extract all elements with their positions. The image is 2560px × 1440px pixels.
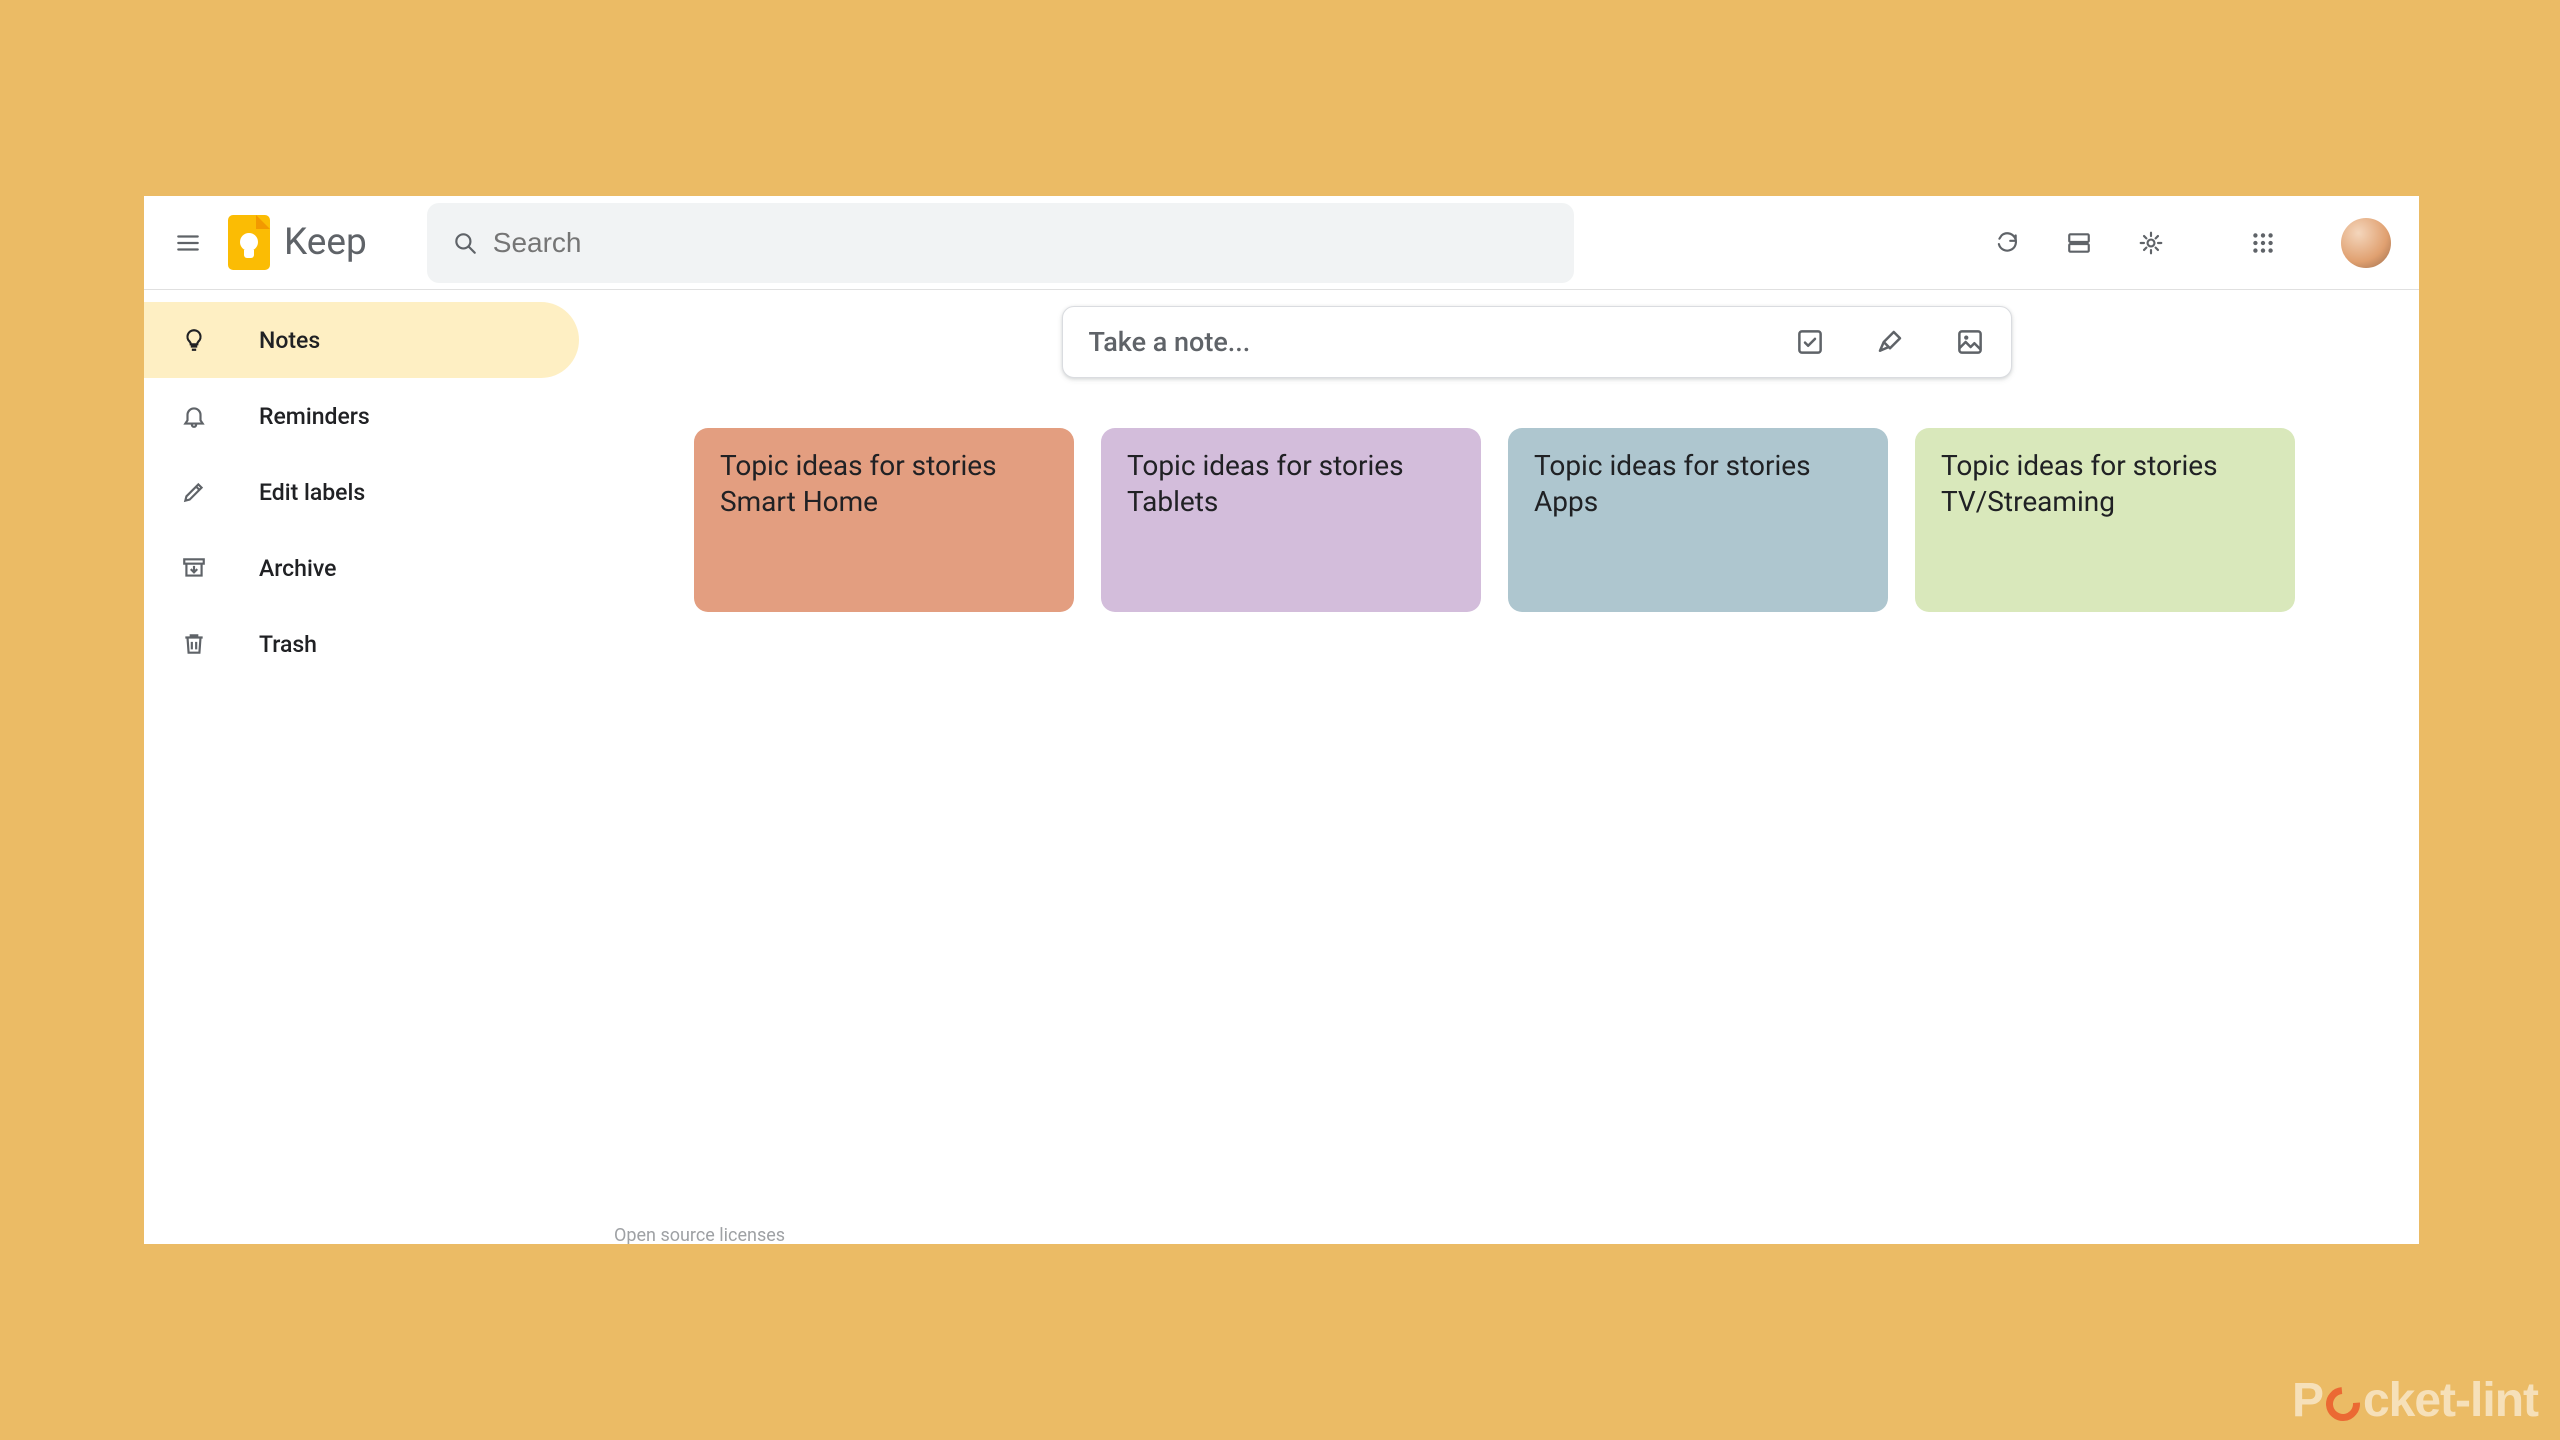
watermark-text: P <box>2292 1373 2323 1428</box>
settings-button[interactable] <box>2127 219 2175 267</box>
new-drawing-button[interactable] <box>1861 313 1919 371</box>
sidebar-item-label: Reminders <box>259 403 370 430</box>
new-image-note-button[interactable] <box>1941 313 1999 371</box>
note-title-line: Smart Home <box>720 484 1048 520</box>
sidebar-item-label: Archive <box>259 555 336 582</box>
account-avatar[interactable] <box>2341 218 2391 268</box>
body: Notes Reminders Edit labels Archive <box>144 290 2419 1244</box>
sidebar-item-notes[interactable]: Notes <box>144 302 579 378</box>
lightbulb-icon <box>174 327 214 353</box>
main-area: Take a note... Topic ideas for stories S… <box>634 290 2419 1244</box>
main-menu-button[interactable] <box>164 219 212 267</box>
search-input[interactable] <box>493 227 1564 259</box>
search-icon <box>452 230 478 256</box>
app-title: Keep <box>284 221 367 264</box>
brush-icon <box>1875 327 1905 357</box>
sidebar: Notes Reminders Edit labels Archive <box>144 290 634 1244</box>
note-title-line: Apps <box>1534 484 1862 520</box>
note-title-line: TV/Streaming <box>1941 484 2269 520</box>
app-window: Keep <box>144 196 2419 1244</box>
watermark: P cket-lint <box>2292 1373 2538 1428</box>
list-view-icon <box>2066 230 2092 256</box>
checkbox-icon <box>1795 327 1825 357</box>
note-title-line: Topic ideas for stories <box>720 448 1048 484</box>
take-note-input[interactable]: Take a note... <box>1062 306 2012 378</box>
pencil-icon <box>174 479 214 505</box>
note-card[interactable]: Topic ideas for stories Tablets <box>1101 428 1481 612</box>
sidebar-item-edit-labels[interactable]: Edit labels <box>144 454 579 530</box>
sidebar-item-trash[interactable]: Trash <box>144 606 579 682</box>
note-title-line: Topic ideas for stories <box>1941 448 2269 484</box>
apps-grid-icon <box>2250 230 2276 256</box>
header-actions <box>1983 218 2391 268</box>
sidebar-item-label: Edit labels <box>259 479 365 506</box>
logo-area[interactable]: Keep <box>228 215 367 270</box>
header: Keep <box>144 196 2419 290</box>
watermark-text: cket-lint <box>2363 1373 2538 1428</box>
sidebar-item-label: Trash <box>259 631 317 658</box>
new-list-button[interactable] <box>1781 313 1839 371</box>
trash-icon <box>174 631 214 657</box>
view-toggle-button[interactable] <box>2055 219 2103 267</box>
open-source-link[interactable]: Open source licenses <box>614 1225 785 1244</box>
note-card[interactable]: Topic ideas for stories Smart Home <box>694 428 1074 612</box>
note-card[interactable]: Topic ideas for stories Apps <box>1508 428 1888 612</box>
keep-logo-icon <box>228 215 270 270</box>
take-note-placeholder: Take a note... <box>1089 326 1759 358</box>
bell-icon <box>174 403 214 429</box>
refresh-icon <box>1994 230 2020 256</box>
notes-grid: Topic ideas for stories Smart Home Topic… <box>694 428 2379 612</box>
note-title-line: Topic ideas for stories <box>1534 448 1862 484</box>
note-title-line: Topic ideas for stories <box>1127 448 1455 484</box>
gear-icon <box>2138 230 2164 256</box>
refresh-button[interactable] <box>1983 219 2031 267</box>
sidebar-item-label: Notes <box>259 327 320 354</box>
hamburger-icon <box>175 230 201 256</box>
sidebar-item-reminders[interactable]: Reminders <box>144 378 579 454</box>
image-icon <box>1955 327 1985 357</box>
note-card[interactable]: Topic ideas for stories TV/Streaming <box>1915 428 2295 612</box>
google-apps-button[interactable] <box>2239 219 2287 267</box>
search-button[interactable] <box>437 215 493 271</box>
watermark-o-icon <box>2319 1380 2367 1428</box>
archive-icon <box>174 555 214 581</box>
search-bar[interactable] <box>427 203 1574 283</box>
sidebar-item-archive[interactable]: Archive <box>144 530 579 606</box>
note-title-line: Tablets <box>1127 484 1455 520</box>
